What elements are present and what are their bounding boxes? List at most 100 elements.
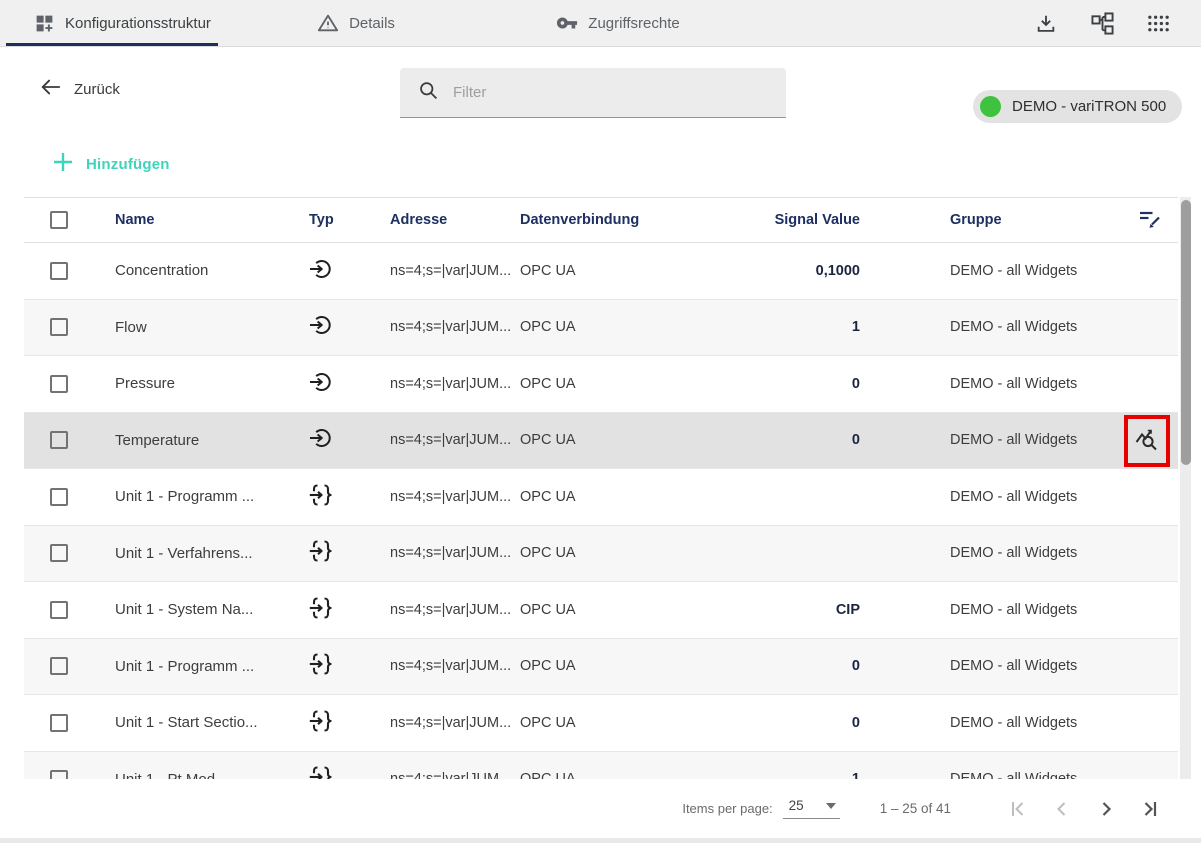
annotation-red-box (1124, 415, 1170, 467)
table-row[interactable]: Unit 1 - System Na... ns=4;s=|var|JUM...… (24, 582, 1178, 639)
chart-search-icon[interactable] (1134, 426, 1160, 456)
text-variable-icon (309, 539, 333, 567)
row-checkbox[interactable] (50, 657, 68, 675)
tab-label: Konfigurationsstruktur (65, 15, 211, 32)
search-icon (418, 80, 439, 106)
table-header-row: Name Typ Adresse Datenverbindung Signal … (24, 197, 1178, 243)
back-button[interactable]: Zurück (40, 78, 120, 100)
table-row[interactable]: Unit 1 - Programm ... ns=4;s=|var|JUM...… (24, 639, 1178, 696)
table-row[interactable]: Pressure ns=4;s=|var|JUM... OPC UA 0 DEM… (24, 356, 1178, 413)
text-variable-icon (309, 652, 333, 680)
table-row[interactable]: Temperature ns=4;s=|var|JUM... OPC UA 0 … (24, 413, 1178, 470)
row-checkbox[interactable] (50, 714, 68, 732)
table-row[interactable]: Concentration ns=4;s=|var|JUM... OPC UA … (24, 243, 1178, 300)
last-page-button[interactable] (1137, 796, 1163, 822)
page-size-value: 25 (789, 798, 804, 813)
signal-type-cell (305, 596, 385, 624)
table-scrollbar-thumb[interactable] (1181, 200, 1191, 465)
signal-type-cell (305, 652, 385, 680)
table-row[interactable]: Unit 1 - Start Sectio... ns=4;s=|var|JUM… (24, 695, 1178, 752)
data-connection: OPC UA (515, 263, 640, 279)
signal-address: ns=4;s=|var|JUM... (385, 489, 515, 505)
plus-icon (53, 152, 73, 177)
text-variable-icon (309, 596, 333, 624)
signal-group: DEMO - all Widgets (860, 432, 1095, 448)
signal-type-cell (305, 313, 385, 341)
row-checkbox[interactable] (50, 262, 68, 280)
back-label: Zurück (74, 81, 120, 98)
signal-type-cell (305, 483, 385, 511)
paginator: Items per page: 25 1 – 25 of 41 (0, 779, 1201, 838)
key-icon (556, 12, 578, 34)
topology-icon[interactable] (1089, 11, 1115, 37)
signal-address: ns=4;s=|var|JUM... (385, 376, 515, 392)
tab-zugriffsrechte[interactable]: Zugriffsrechte (538, 0, 698, 46)
signal-name: Unit 1 - System Na... (115, 601, 305, 618)
signal-value: 0,1000 (640, 263, 860, 279)
tab-konfigurationsstruktur[interactable]: Konfigurationsstruktur (6, 0, 218, 46)
table-row[interactable]: Flow ns=4;s=|var|JUM... OPC UA 1 DEMO - … (24, 300, 1178, 357)
row-checkbox[interactable] (50, 544, 68, 562)
signal-group: DEMO - all Widgets (860, 602, 1095, 618)
arrow-left-icon (40, 78, 62, 100)
signal-name: Unit 1 - Start Sectio... (115, 714, 305, 731)
table-scrollbar-track[interactable] (1180, 197, 1191, 779)
signal-group: DEMO - all Widgets (860, 545, 1095, 561)
select-all-checkbox[interactable] (50, 211, 68, 229)
apps-grid-icon[interactable] (1145, 11, 1171, 37)
tab-label: Details (349, 15, 395, 32)
table-row[interactable]: Unit 1 - Programm ... ns=4;s=|var|JUM...… (24, 469, 1178, 526)
analog-input-icon (309, 370, 333, 398)
device-status-badge[interactable]: DEMO - variTRON 500 (973, 90, 1182, 123)
signal-name: Concentration (115, 262, 305, 279)
signal-value: CIP (640, 602, 860, 618)
signal-name: Flow (115, 319, 305, 336)
add-button[interactable]: Hinzufügen (53, 152, 170, 177)
filter-field (400, 68, 786, 118)
signal-address: ns=4;s=|var|JUM... (385, 545, 515, 561)
data-connection: OPC UA (515, 545, 640, 561)
next-page-button[interactable] (1093, 796, 1119, 822)
warning-icon (317, 12, 339, 34)
first-page-button[interactable] (1005, 796, 1031, 822)
signal-name: Pressure (115, 375, 305, 392)
signal-group: DEMO - all Widgets (860, 263, 1095, 279)
row-checkbox[interactable] (50, 601, 68, 619)
signal-address: ns=4;s=|var|JUM... (385, 715, 515, 731)
previous-page-button[interactable] (1049, 796, 1075, 822)
dashboard-customize-icon (34, 13, 55, 34)
row-checkbox[interactable] (50, 375, 68, 393)
header-typ: Typ (305, 212, 385, 228)
table-row[interactable]: Unit 1 - Verfahrens... ns=4;s=|var|JUM..… (24, 526, 1178, 583)
edit-columns-icon[interactable] (1138, 208, 1162, 233)
header-adresse: Adresse (385, 212, 515, 228)
signal-group: DEMO - all Widgets (860, 715, 1095, 731)
status-green-dot (980, 96, 1001, 117)
signal-value: 0 (640, 432, 860, 448)
window-bottom-edge (0, 838, 1201, 843)
signals-table: Name Typ Adresse Datenverbindung Signal … (24, 197, 1178, 808)
page-size-select[interactable]: 25 (783, 798, 840, 819)
signal-address: ns=4;s=|var|JUM... (385, 602, 515, 618)
tab-label: Zugriffsrechte (588, 15, 679, 32)
row-checkbox[interactable] (50, 431, 68, 449)
tab-details[interactable]: Details (296, 0, 416, 46)
signal-configuration-page: Konfigurationsstruktur Details Zugriffsr… (0, 0, 1201, 843)
signal-value: 0 (640, 715, 860, 731)
filter-input[interactable] (453, 84, 768, 101)
signal-value: 0 (640, 658, 860, 674)
data-connection: OPC UA (515, 319, 640, 335)
signal-address: ns=4;s=|var|JUM... (385, 319, 515, 335)
signal-type-cell (305, 370, 385, 398)
chevron-down-icon (826, 803, 836, 809)
tab-actions (1033, 0, 1201, 47)
download-icon[interactable] (1033, 11, 1059, 37)
row-checkbox[interactable] (50, 318, 68, 336)
analog-input-icon (309, 313, 333, 341)
page-range-text: 1 – 25 of 41 (880, 801, 951, 816)
signal-group: DEMO - all Widgets (860, 489, 1095, 505)
text-variable-icon (309, 709, 333, 737)
text-variable-icon (309, 483, 333, 511)
row-checkbox[interactable] (50, 488, 68, 506)
signal-name: Unit 1 - Programm ... (115, 488, 305, 505)
